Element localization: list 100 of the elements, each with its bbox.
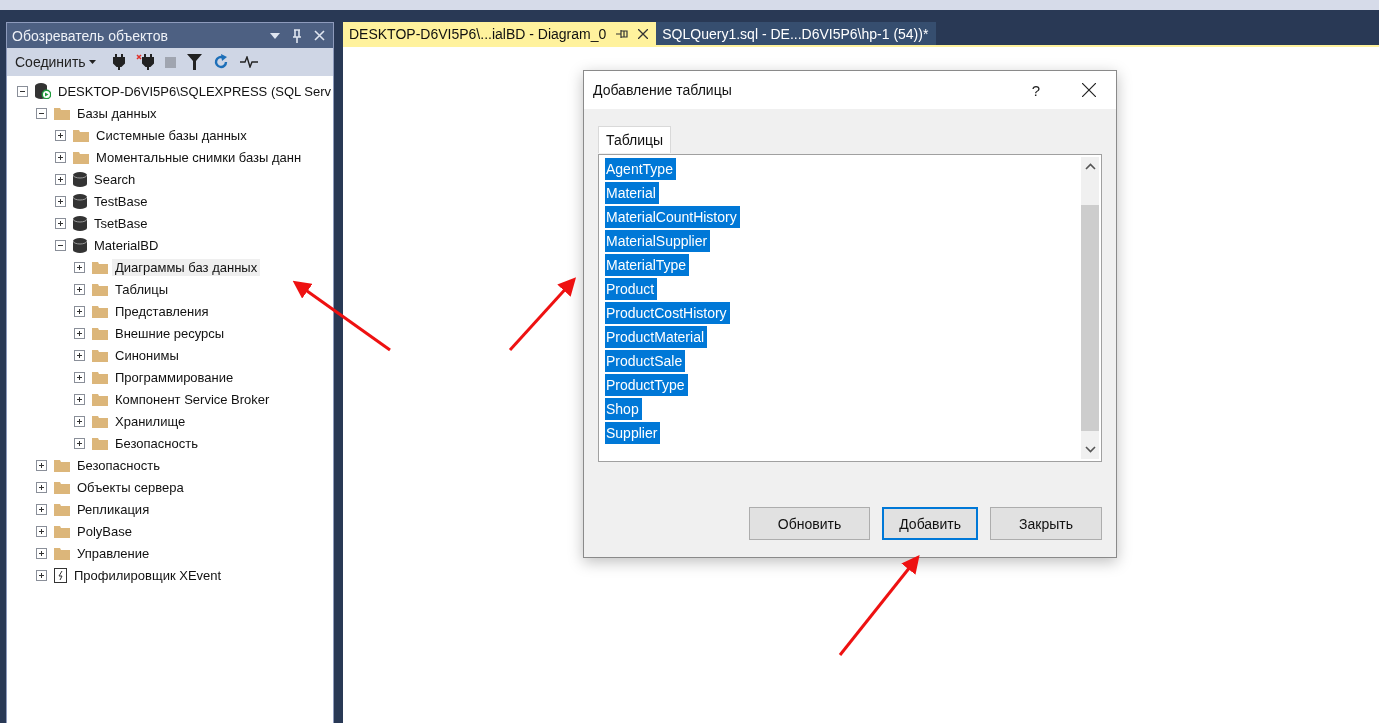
folder-icon — [92, 282, 108, 296]
expand-icon[interactable] — [74, 327, 85, 339]
document-tab[interactable]: SQLQuery1.sql - DE...D6VI5P6\hp-1 (54))* — [656, 22, 937, 45]
tables-tab[interactable]: Таблицы — [598, 126, 672, 153]
pin-icon[interactable] — [616, 28, 629, 39]
expand-icon[interactable] — [36, 459, 47, 471]
expand-icon[interactable] — [74, 393, 85, 405]
tree-item[interactable]: Безопасность — [112, 434, 201, 452]
caret-icon — [88, 60, 96, 64]
tree-item[interactable]: TestBase — [91, 192, 151, 210]
dialog-button[interactable]: Закрыть — [990, 507, 1102, 540]
list-item[interactable]: AgentType — [605, 158, 676, 180]
panel-title: Обозреватель объектов — [12, 27, 169, 44]
plug-icon[interactable] — [112, 54, 125, 70]
tree-item[interactable]: Диаграммы баз данных — [112, 258, 261, 276]
filter-icon[interactable] — [186, 54, 202, 70]
expand-icon[interactable] — [55, 129, 66, 141]
list-item[interactable]: Material — [605, 182, 659, 204]
folder-icon — [54, 546, 70, 560]
tree-item[interactable]: TsetBase — [91, 214, 151, 232]
folder-icon — [92, 392, 108, 406]
tree-item[interactable]: Синонимы — [112, 346, 182, 364]
activity-icon[interactable] — [239, 56, 258, 68]
list-item[interactable]: ProductSale — [605, 350, 686, 372]
expand-icon[interactable] — [74, 349, 85, 361]
connect-button[interactable]: Соединить — [15, 54, 96, 70]
scroll-up-icon[interactable] — [1084, 163, 1096, 170]
tree-item[interactable]: Управление — [74, 544, 153, 562]
list-item[interactable]: ProductCostHistory — [605, 302, 730, 324]
folder-icon — [92, 326, 108, 340]
tree-item[interactable]: MaterialBD — [91, 236, 162, 254]
list-item[interactable]: ProductType — [605, 374, 688, 396]
expand-icon[interactable] — [36, 569, 47, 581]
folder-icon — [54, 524, 70, 538]
tree-item[interactable]: Хранилище — [112, 412, 189, 430]
tree-item[interactable]: DESKTOP-D6VI5P6\SQLEXPRESS (SQL Serv — [55, 82, 335, 100]
expand-icon[interactable] — [74, 415, 85, 427]
dialog-button[interactable]: Обновить — [748, 507, 871, 540]
folder-icon — [92, 304, 108, 318]
list-item[interactable]: MaterialCountHistory — [605, 206, 740, 228]
list-item[interactable]: MaterialType — [605, 254, 690, 276]
collapse-icon[interactable] — [36, 107, 47, 119]
expand-icon[interactable] — [55, 195, 66, 207]
tree-item[interactable]: PolyBase — [74, 522, 135, 540]
dialog-button[interactable]: Добавить — [882, 507, 979, 540]
expand-icon[interactable] — [36, 503, 47, 515]
tree-item[interactable]: Репликация — [74, 500, 153, 518]
collapse-icon[interactable] — [55, 239, 66, 251]
list-item[interactable]: Shop — [605, 398, 642, 420]
expand-icon[interactable] — [36, 547, 47, 559]
tree-item[interactable]: Базы данных — [74, 104, 160, 122]
close-icon[interactable] — [1082, 83, 1096, 97]
folder-icon — [73, 128, 89, 142]
expand-icon[interactable] — [55, 151, 66, 163]
list-item[interactable]: Supplier — [605, 422, 661, 444]
tree-item[interactable]: Объекты сервера — [74, 478, 187, 496]
dropdown-icon[interactable] — [270, 32, 280, 39]
refresh-icon[interactable] — [212, 54, 229, 70]
close-icon[interactable] — [638, 28, 649, 39]
tab-label: SQLQuery1.sql - DE...D6VI5P6\hp-1 (54))* — [662, 25, 929, 42]
tree-item[interactable]: Программирование — [112, 368, 237, 386]
folder-icon — [54, 480, 70, 494]
disconnect-icon[interactable] — [135, 54, 154, 70]
tree-item[interactable]: Профилировщик XEvent — [71, 566, 225, 584]
list-item[interactable]: ProductMaterial — [605, 326, 708, 348]
database-icon — [73, 193, 87, 209]
folder-icon — [92, 348, 108, 362]
expand-icon[interactable] — [74, 437, 85, 449]
tree-item[interactable]: Search — [91, 170, 139, 188]
expand-icon[interactable] — [36, 481, 47, 493]
folder-icon — [54, 458, 70, 472]
expand-icon[interactable] — [74, 283, 85, 295]
tree-item[interactable]: Моментальные снимки базы данн — [93, 148, 305, 166]
tree-item[interactable]: Компонент Service Broker — [112, 390, 273, 408]
expand-icon[interactable] — [74, 261, 85, 273]
expand-icon[interactable] — [55, 217, 66, 229]
folder-icon — [73, 150, 89, 164]
list-item[interactable]: MaterialSupplier — [605, 230, 711, 252]
document-tab[interactable]: DESKTOP-D6VI5P6\...ialBD - Diagram_0 — [343, 22, 657, 45]
folder-icon — [92, 414, 108, 428]
database-icon — [73, 237, 87, 253]
list-item[interactable]: Product — [605, 278, 658, 300]
tree-item[interactable]: Представления — [112, 302, 212, 320]
document-icon — [54, 567, 67, 583]
expand-icon[interactable] — [74, 305, 85, 317]
tree-item[interactable]: Безопасность — [74, 456, 163, 474]
folder-icon — [92, 260, 108, 274]
expand-icon[interactable] — [74, 371, 85, 383]
tree-item[interactable]: Внешние ресурсы — [112, 324, 228, 342]
folder-icon — [54, 502, 70, 516]
collapse-icon[interactable] — [17, 85, 28, 97]
tree-item[interactable]: Системные базы данных — [93, 126, 250, 144]
dialog-title: Добавление таблицы — [593, 82, 733, 98]
help-button[interactable]: ? — [1027, 81, 1044, 99]
scroll-down-icon[interactable] — [1084, 446, 1096, 453]
tree-item[interactable]: Таблицы — [112, 280, 172, 298]
scrollbar[interactable] — [1081, 157, 1099, 459]
expand-icon[interactable] — [36, 525, 47, 537]
tab-label: DESKTOP-D6VI5P6\...ialBD - Diagram_0 — [349, 25, 607, 42]
expand-icon[interactable] — [55, 173, 66, 185]
